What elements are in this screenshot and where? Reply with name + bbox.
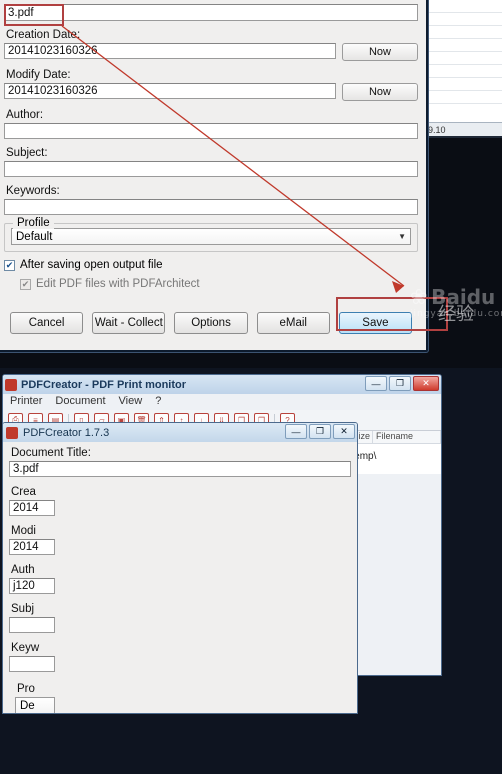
dialog-button-bar: Cancel Wait - Collect Options eMail Save <box>10 312 413 334</box>
menu-document[interactable]: Document <box>55 395 105 410</box>
sub-dialog-body: Document Title: 3.pdf Crea 2014 Modi 201… <box>3 442 357 713</box>
close-button[interactable]: ✕ <box>413 376 439 391</box>
chevron-down-icon: ▼ <box>398 232 406 241</box>
modify-date-label: Modify Date: <box>6 69 71 81</box>
sub-creation-input[interactable]: 2014 <box>9 500 55 516</box>
wait-collect-button[interactable]: Wait - Collect <box>92 312 166 334</box>
email-button[interactable]: eMail <box>256 312 330 334</box>
app-icon <box>5 378 17 391</box>
menu-help[interactable]: ? <box>155 395 161 410</box>
profile-group-label: Profile <box>13 217 54 229</box>
after-saving-checkbox-row[interactable]: ✔ After saving open output file <box>4 259 418 271</box>
sub-modify-label: Modi <box>11 525 36 537</box>
edit-pdf-label: Edit PDF files with PDFArchitect <box>36 278 200 290</box>
sub-app-icon <box>6 426 18 439</box>
modify-date-input[interactable]: 20141023160326 <box>4 83 336 99</box>
sub-keywords-input[interactable] <box>9 656 55 672</box>
sub-author-input[interactable]: j120 <box>9 578 55 594</box>
keywords-input[interactable] <box>4 199 418 215</box>
watermark-brand: Baidu <box>431 285 496 309</box>
sub-window-buttons: — ❐ ✕ <box>285 424 355 439</box>
subject-input[interactable] <box>4 161 418 177</box>
options-button[interactable]: Options <box>174 312 248 334</box>
sub-document-title-label: Document Title: <box>11 447 91 459</box>
after-saving-label: After saving open output file <box>20 259 163 271</box>
maximize-button[interactable]: ❐ <box>389 376 411 391</box>
creation-date-now-button[interactable]: Now <box>342 43 418 61</box>
menu-printer[interactable]: Printer <box>10 395 42 410</box>
top-screenshot-region: 9.10 Document Title: 3.pdf Creation Date… <box>0 0 502 368</box>
sub-author-label: Auth <box>11 564 35 576</box>
background-statusbar: 9.10 <box>424 122 502 138</box>
monitor-menubar: Printer Document View ? <box>3 394 441 410</box>
pdfcreator-sub-dialog: PDFCreator 1.7.3 — ❐ ✕ Document Title: 3… <box>2 422 358 714</box>
background-window <box>424 0 502 128</box>
sub-subject-input[interactable] <box>9 617 55 633</box>
sub-maximize-button[interactable]: ❐ <box>309 424 331 439</box>
sub-close-button[interactable]: ✕ <box>333 424 355 439</box>
cancel-button[interactable]: Cancel <box>10 312 84 334</box>
sub-profile-value: De <box>20 699 35 712</box>
sub-profile-select[interactable]: De <box>15 697 55 713</box>
profile-select[interactable]: Default ▼ <box>11 228 411 245</box>
bottom-screenshot-region: PDFCreator - PDF Print monitor — ❐ ✕ Pri… <box>0 368 502 774</box>
sub-subject-label: Subj <box>11 603 35 615</box>
sub-dialog-titlebar: PDFCreator 1.7.3 — ❐ ✕ <box>3 423 357 442</box>
edit-pdf-checkbox-row: ✔ Edit PDF files with PDFArchitect <box>20 278 418 290</box>
sub-dialog-title: PDFCreator 1.7.3 <box>23 426 110 439</box>
monitor-titlebar: PDFCreator - PDF Print monitor — ❐ ✕ <box>3 375 441 394</box>
document-title-input[interactable]: 3.pdf <box>4 4 418 21</box>
after-saving-checkbox[interactable]: ✔ <box>4 259 15 271</box>
author-input[interactable] <box>4 123 418 139</box>
modify-date-now-button[interactable]: Now <box>342 83 418 101</box>
sub-minimize-button[interactable]: — <box>285 424 307 439</box>
profile-group: Profile Default ▼ <box>4 217 418 252</box>
sub-profile-label: Pro <box>17 683 35 695</box>
column-filename[interactable]: Filename <box>373 431 441 443</box>
sub-modify-input[interactable]: 2014 <box>9 539 55 555</box>
pdfcreator-form-dialog: Document Title: 3.pdf Creation Date: 201… <box>0 0 428 352</box>
sub-creation-label: Crea <box>11 486 36 498</box>
annotation-arrow-bottom <box>0 736 502 774</box>
creation-date-input[interactable]: 20141023160326 <box>4 43 336 59</box>
watermark-cn: 经验 <box>438 304 474 325</box>
author-label: Author: <box>6 109 44 121</box>
minimize-button[interactable]: — <box>365 376 387 391</box>
sub-document-title-input[interactable]: 3.pdf <box>9 461 351 477</box>
menu-view[interactable]: View <box>119 395 143 410</box>
profile-select-value: Default <box>16 230 53 243</box>
monitor-window-buttons: — ❐ ✕ <box>365 376 439 391</box>
keywords-label: Keywords: <box>6 185 60 197</box>
sub-keywords-label: Keyw <box>11 642 40 654</box>
creation-date-label: Creation Date: <box>6 29 81 41</box>
save-button[interactable]: Save <box>338 312 413 334</box>
subject-label: Subject: <box>6 147 48 159</box>
document-title-label: Document Title: <box>6 0 418 2</box>
monitor-title: PDFCreator - PDF Print monitor <box>21 378 187 391</box>
edit-pdf-checkbox: ✔ <box>20 278 31 290</box>
